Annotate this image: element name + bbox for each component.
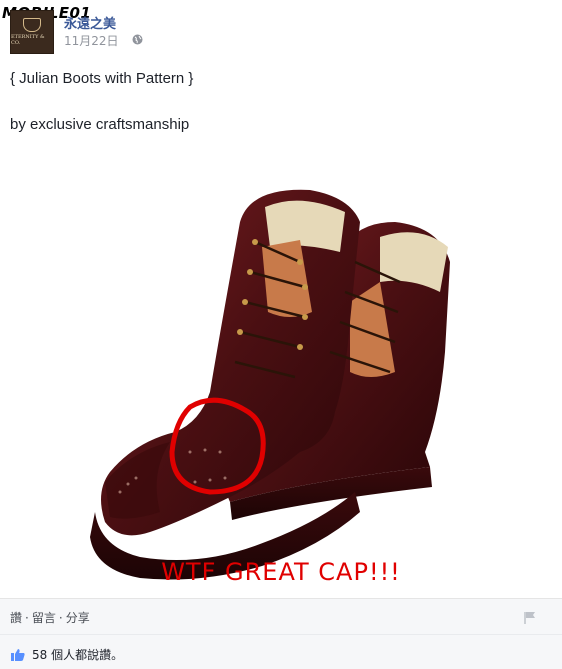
- boots-photo[interactable]: [0, 152, 562, 596]
- separator: ·: [58, 611, 63, 625]
- separator: ·: [25, 611, 29, 625]
- post-action-bar: 讚 · 留言 · 分享: [0, 598, 562, 634]
- post-title-line: { Julian Boots with Pattern }: [10, 70, 194, 87]
- thumbs-up-icon: [11, 648, 25, 661]
- comment-link[interactable]: 留言: [32, 611, 56, 625]
- boots-illustration: [90, 189, 450, 580]
- photo-caption: WTF GREAT CAP!!!: [161, 558, 401, 586]
- page-avatar[interactable]: ETERNITY & CO.: [10, 10, 54, 54]
- avatar-brand-text: ETERNITY & CO.: [11, 34, 45, 46]
- flag-icon[interactable]: [524, 611, 536, 625]
- page-name-link[interactable]: 永遠之美: [64, 13, 116, 32]
- likes-summary-bar: 58 個人都說讚。: [0, 634, 562, 669]
- share-link[interactable]: 分享: [66, 611, 90, 625]
- like-link[interactable]: 讚: [10, 611, 22, 625]
- likes-count-text[interactable]: 58 個人都說讚。: [32, 646, 123, 663]
- globe-icon: [132, 34, 143, 45]
- post-date[interactable]: 11月22日: [64, 32, 119, 49]
- post-subtitle-line: by exclusive craftsmanship: [10, 116, 190, 133]
- crest-icon: [23, 18, 41, 32]
